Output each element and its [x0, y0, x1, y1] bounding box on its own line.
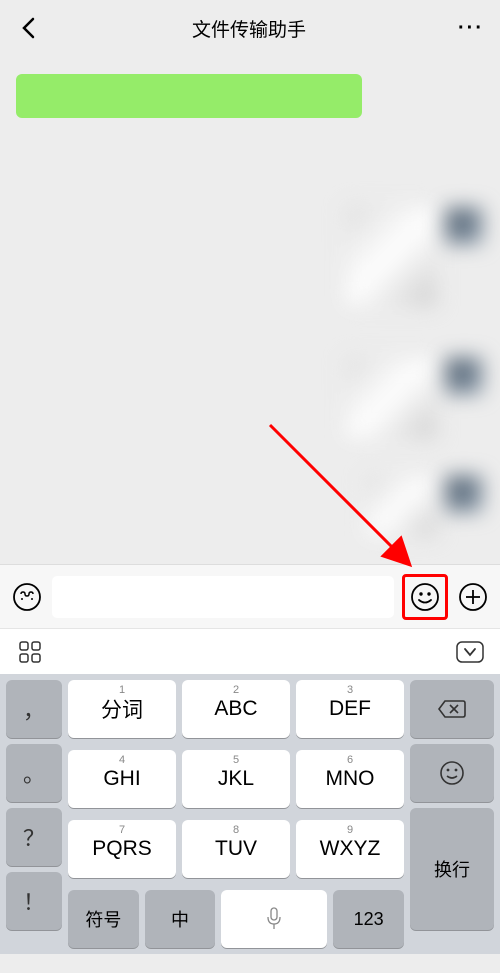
avatar[interactable]: [446, 208, 482, 244]
emoji-button[interactable]: [408, 580, 442, 614]
voice-button[interactable]: [10, 580, 44, 614]
image-message[interactable]: [346, 358, 436, 438]
key-8[interactable]: 8TUV: [182, 820, 290, 878]
key-lang[interactable]: 中: [145, 890, 216, 948]
image-message[interactable]: [346, 206, 436, 306]
key-1[interactable]: 1分词: [68, 680, 176, 738]
key-5[interactable]: 5JKL: [182, 750, 290, 808]
chat-title: 文件传输助手: [192, 15, 306, 42]
message-input[interactable]: [52, 576, 394, 618]
key-emoji[interactable]: [410, 744, 494, 802]
back-button[interactable]: [16, 16, 40, 40]
key-enter[interactable]: 换行: [410, 808, 494, 930]
input-bar: [0, 564, 500, 628]
key-4[interactable]: 4GHI: [68, 750, 176, 808]
emoji-button-highlight: [402, 574, 448, 620]
keyboard-toolbar: [0, 628, 500, 674]
collapse-keyboard-button[interactable]: [456, 638, 484, 666]
key-numeric[interactable]: 123: [333, 890, 404, 948]
key-space[interactable]: [221, 890, 327, 948]
keyboard: ， 。 ？ ！ 1分词 2ABC 3DEF 4GHI 5JKL 6MNO 7PQ…: [0, 674, 500, 954]
key-2[interactable]: 2ABC: [182, 680, 290, 738]
image-message[interactable]: [366, 476, 436, 536]
chat-area: [0, 56, 500, 564]
key-question[interactable]: ？: [6, 808, 62, 866]
key-exclaim[interactable]: ！: [6, 872, 62, 930]
key-symbol[interactable]: 符号: [68, 890, 139, 948]
message-bubble[interactable]: [16, 74, 362, 118]
key-9[interactable]: 9WXYZ: [296, 820, 404, 878]
key-3[interactable]: 3DEF: [296, 680, 404, 738]
grid-button[interactable]: [16, 638, 44, 666]
more-button[interactable]: ···: [458, 17, 484, 40]
key-6[interactable]: 6MNO: [296, 750, 404, 808]
key-backspace[interactable]: [410, 680, 494, 738]
avatar[interactable]: [446, 358, 482, 394]
avatar[interactable]: [446, 476, 482, 512]
plus-button[interactable]: [456, 580, 490, 614]
key-7[interactable]: 7PQRS: [68, 820, 176, 878]
chat-header: 文件传输助手 ···: [0, 0, 500, 56]
key-comma[interactable]: ，: [6, 680, 62, 738]
key-period[interactable]: 。: [6, 744, 62, 802]
